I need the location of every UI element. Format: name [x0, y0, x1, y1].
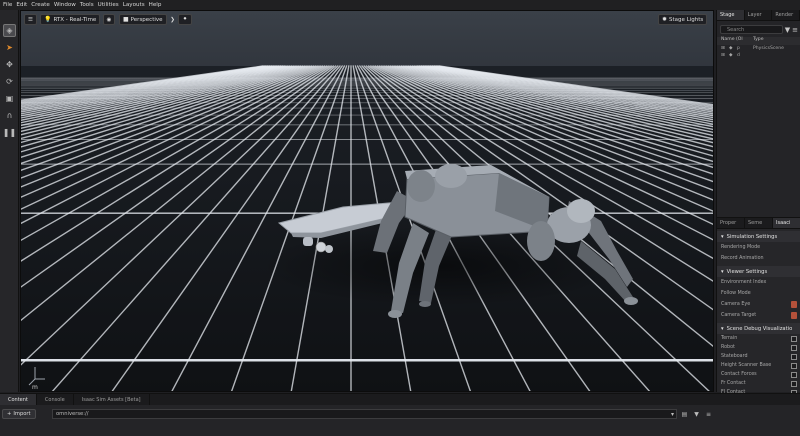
terrain-checkbox[interactable]: [791, 335, 797, 342]
section-simulation-settings[interactable]: ▾ Simulation Settings: [717, 231, 800, 242]
renderer-button[interactable]: 💡 RTX - Real-Time: [40, 14, 101, 25]
stage-tabs: Stage Layer Render: [717, 10, 800, 21]
tree-header: Name (Ol Type: [717, 37, 800, 45]
menu-window[interactable]: Window: [54, 2, 76, 8]
prop-terrain: Terrain: [717, 334, 800, 343]
tab-isaaclab[interactable]: Isaaci: [773, 218, 800, 228]
contact-forces-checkbox[interactable]: [791, 371, 797, 378]
prop-stateboard: Stateboard: [717, 352, 800, 361]
menu-tools[interactable]: Tools: [80, 2, 94, 8]
column-type[interactable]: Type: [753, 37, 764, 45]
snap-tool-icon[interactable]: ∩: [3, 109, 16, 122]
camera-eye-swatch[interactable]: [791, 301, 797, 308]
tab-isaac-sim-assets[interactable]: Isaac Sim Assets [Beta]: [74, 394, 150, 405]
property-tabs: Proper Seme Isaaci: [717, 218, 800, 229]
tree-row[interactable]: ⊞ ◆ p PhysicsScene: [717, 45, 800, 52]
rotate-tool-icon[interactable]: ⟳: [3, 75, 16, 88]
bookmark-icon[interactable]: ▤: [680, 409, 689, 419]
prop-camera-eye: Camera Eye: [717, 299, 800, 310]
prop-fr-contact: Fr Contact: [717, 379, 800, 388]
menu-file[interactable]: File: [3, 2, 12, 8]
prop-record-animation: Record Animation: [721, 256, 764, 261]
menu-icon[interactable]: ≡: [792, 26, 798, 34]
collapse-triangle-icon: ▾: [721, 325, 724, 332]
left-toolbar: ◈ ➤ ✥ ⟳ ▣ ∩ ❚❚: [0, 10, 19, 392]
prop-rendering-mode: Rendering Mode: [721, 245, 761, 250]
dropdown-icon[interactable]: ▾: [668, 409, 677, 419]
prop-robot: Robot: [717, 343, 800, 352]
path-input[interactable]: omniverse://: [52, 409, 677, 419]
column-name[interactable]: Name (Ol: [721, 37, 753, 45]
bottom-tabs: Content Console Isaac Sim Assets [Beta]: [0, 394, 800, 405]
select-tool-icon[interactable]: ◈: [3, 24, 16, 37]
properties-panel: Proper Seme Isaaci ▾ Simulation Settings…: [717, 217, 800, 396]
plus-icon: +: [7, 411, 12, 417]
right-pane: Stage Layer Render Search ▼ ≡ Name (Ol T…: [716, 10, 800, 396]
settings-icon[interactable]: ≡: [704, 409, 713, 419]
chevron-right-icon[interactable]: ❯: [168, 14, 177, 25]
menu-edit[interactable]: Edit: [16, 2, 27, 8]
menu-bar: File Edit Create Window Tools Utilities …: [0, 0, 800, 10]
prop-follow-mode: Follow Mode: [721, 291, 751, 296]
menu-help[interactable]: Help: [149, 2, 162, 8]
lightbulb-icon: 💡: [44, 16, 52, 23]
stage-tree: Search ▼ ≡ Name (Ol Type ⊞ ◆ p PhysicsSc…: [717, 22, 800, 222]
camera-button[interactable]: ■ Perspective: [119, 14, 167, 25]
pause-tool-icon[interactable]: ❚❚: [3, 126, 16, 139]
move-tool-icon[interactable]: ✥: [3, 58, 16, 71]
prim-icon: ◆: [729, 46, 733, 51]
tab-semantics[interactable]: Seme: [745, 218, 773, 228]
axis-unit-label: m: [32, 384, 38, 391]
camera-icon: ■: [123, 16, 129, 23]
pointer-tool-icon[interactable]: ➤: [3, 41, 16, 54]
robot-checkbox[interactable]: [791, 344, 797, 351]
stage-search-input[interactable]: Search: [720, 25, 783, 34]
tab-content[interactable]: Content: [0, 394, 37, 405]
filter-icon[interactable]: ▼: [692, 409, 701, 419]
stage-search-bar: Search ▼ ≡: [720, 24, 798, 35]
import-button[interactable]: + Import: [2, 409, 36, 419]
stage-lights-button[interactable]: ✹ Stage Lights: [658, 14, 708, 25]
scale-tool-icon[interactable]: ▣: [3, 92, 16, 105]
tree-row[interactable]: ⊞ ◆ d: [717, 52, 800, 59]
tab-console[interactable]: Console: [37, 394, 74, 405]
section-scene-debug[interactable]: ▾ Scene Debug Visualizatio: [717, 323, 800, 334]
expand-icon[interactable]: ⊞: [721, 46, 729, 51]
content-browser: Content Console Isaac Sim Assets [Beta] …: [0, 393, 800, 436]
camera-target-swatch[interactable]: [791, 312, 797, 319]
search-placeholder: Search: [727, 26, 745, 33]
prim-icon: ◆: [729, 53, 733, 58]
tab-stage[interactable]: Stage: [717, 10, 745, 20]
tab-property[interactable]: Proper: [717, 218, 745, 228]
menu-layouts[interactable]: Layouts: [123, 2, 145, 8]
height-scanner-checkbox[interactable]: [791, 362, 797, 369]
collapse-triangle-icon: ▾: [721, 233, 724, 240]
prop-camera-target: Camera Target: [717, 310, 800, 321]
viewport[interactable]: m ☰ 💡 RTX - Real-Time ◉ ■ Perspective ❯ …: [20, 10, 714, 392]
prop-environment-index: Environment Index: [721, 280, 767, 285]
movie-camera-icon[interactable]: ⏺: [178, 14, 192, 25]
eye-icon[interactable]: ◉: [103, 14, 115, 25]
prop-height-scanner: Height Scanner Base: [717, 361, 800, 370]
collapse-triangle-icon: ▾: [721, 268, 724, 275]
menu-utilities[interactable]: Utilities: [98, 2, 119, 8]
menu-create[interactable]: Create: [31, 2, 50, 8]
viewport-scene: m: [21, 11, 713, 391]
prop-contact-forces: Contact Forces: [717, 370, 800, 379]
tab-render[interactable]: Render: [772, 10, 800, 20]
hamburger-menu-icon[interactable]: ☰: [24, 14, 37, 25]
filter-icon[interactable]: ▼: [785, 26, 790, 34]
stateboard-checkbox[interactable]: [791, 353, 797, 360]
expand-icon[interactable]: ⊞: [721, 53, 729, 58]
sun-icon: ✹: [662, 16, 668, 23]
fr-contact-checkbox[interactable]: [791, 380, 797, 387]
tab-layer[interactable]: Layer: [745, 10, 773, 20]
section-viewer-settings[interactable]: ▾ Viewer Settings: [717, 266, 800, 277]
